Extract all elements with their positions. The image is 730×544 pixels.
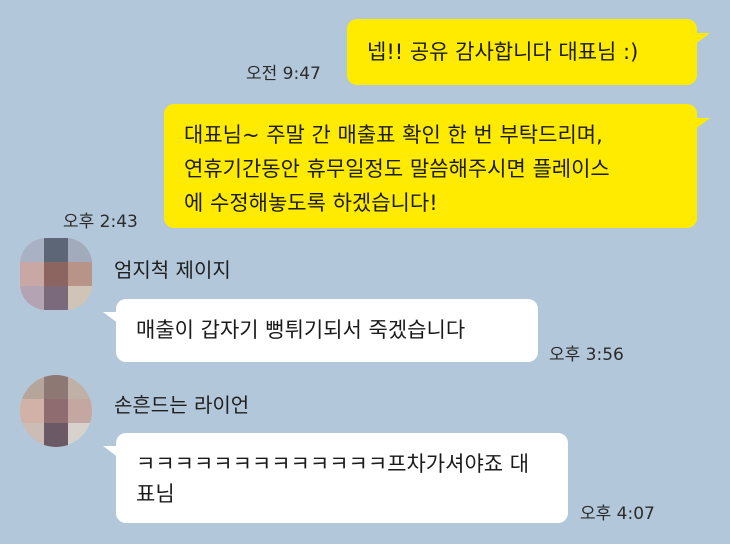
bubble-tail — [103, 446, 119, 458]
sender-name: 엄지척 제이지 — [114, 258, 231, 282]
message-text: 매출이 갑자기 뻥튀기되서 죽겠습니다 — [136, 318, 466, 342]
bubble-tail — [694, 118, 710, 130]
message-text: 대표님~ 주말 간 매출표 확인 한 번 부탁드리며, 연휴기간동안 휴무일정도… — [184, 123, 610, 215]
message-text: ㅋㅋㅋㅋㅋㅋㅋㅋㅋㅋㅋㅋㅋ프차가셔야죠 대 표님 — [136, 452, 530, 506]
sender-name: 손흔드는 라이언 — [114, 393, 250, 417]
message-text: 넵!! 공유 감사합니다 대표님 :) — [367, 40, 639, 64]
bubble-tail — [103, 312, 119, 324]
chat-screen: { "theme": { "background": "#b2c7d9", "m… — [0, 0, 730, 544]
message-bubble-theirs[interactable]: ㅋㅋㅋㅋㅋㅋㅋㅋㅋㅋㅋㅋㅋ프차가셔야죠 대 표님 — [116, 433, 568, 523]
message-time: 오전 9:47 — [246, 64, 321, 84]
message-bubble-mine[interactable]: 대표님~ 주말 간 매출표 확인 한 번 부탁드리며, 연휴기간동안 휴무일정도… — [164, 104, 697, 228]
message-bubble-mine[interactable]: 넵!! 공유 감사합니다 대표님 :) — [347, 19, 697, 85]
message-time: 오후 2:43 — [63, 212, 138, 232]
avatar[interactable] — [20, 375, 92, 447]
message-time: 오후 3:56 — [549, 345, 624, 365]
avatar[interactable] — [20, 238, 92, 310]
bubble-tail — [694, 33, 710, 45]
message-bubble-theirs[interactable]: 매출이 갑자기 뻥튀기되서 죽겠습니다 — [116, 299, 538, 362]
message-time: 오후 4:07 — [580, 504, 655, 524]
